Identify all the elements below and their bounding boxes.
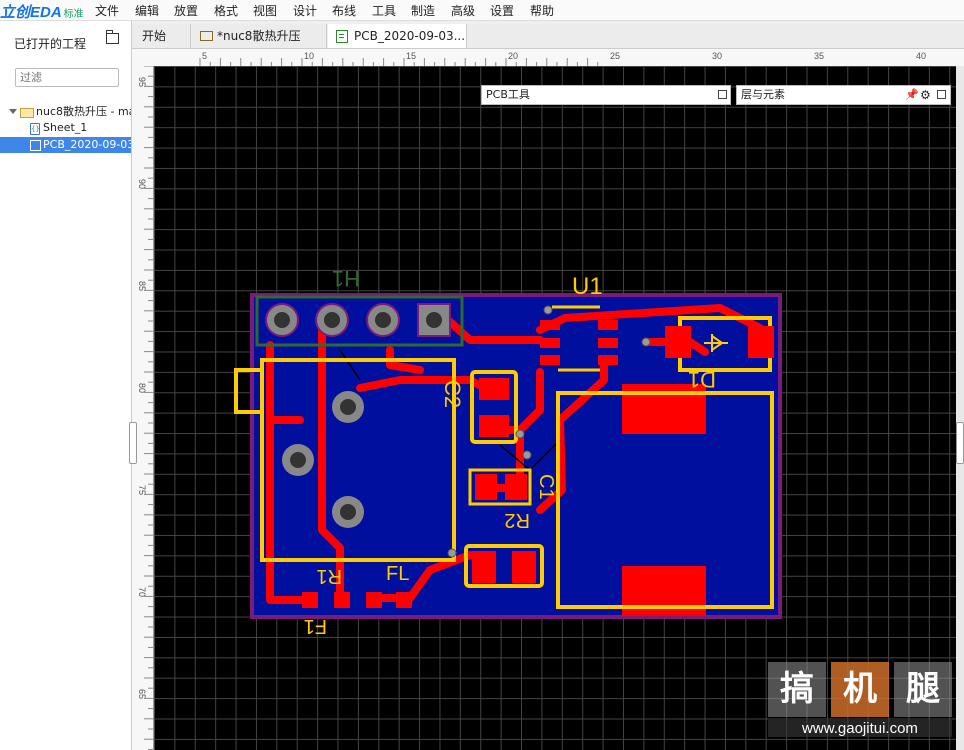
menu-advanced[interactable]: 高级: [451, 2, 475, 19]
menu-tools[interactable]: 工具: [372, 2, 396, 19]
schematic-icon: {}: [30, 123, 40, 135]
c2-designator: C2: [440, 380, 465, 408]
maximize-icon[interactable]: [718, 90, 727, 99]
pcb-tools-panel[interactable]: PCB工具: [481, 85, 731, 105]
tab-schematic-project[interactable]: *nuc8散热升压: [191, 24, 327, 48]
f1-pad[interactable]: [334, 592, 350, 608]
tree-item-label: Sheet_1: [43, 121, 88, 134]
c2-pad[interactable]: [479, 415, 509, 437]
ruler-left-label: 90: [137, 179, 147, 189]
r2-pad[interactable]: [505, 474, 527, 500]
pcb-canvas[interactable]: H1 U1 D1 C2 C1 R2 R1 FL F1 PCB工具 层与元素 📌 …: [154, 66, 956, 750]
tab-start[interactable]: 开始: [132, 24, 191, 48]
layers-panel[interactable]: 层与元素 📌 ⚙: [736, 85, 951, 105]
fl-pad[interactable]: [366, 592, 382, 608]
tab-pcb[interactable]: PCB_2020-09-03...: [328, 24, 467, 48]
menu-settings[interactable]: 设置: [490, 2, 514, 19]
tree-item-label: nuc8散热升压 - master: [36, 105, 131, 118]
u1-designator: U1: [572, 273, 603, 300]
menu-format[interactable]: 格式: [214, 2, 238, 19]
left-panel-collapse-handle[interactable]: [129, 422, 137, 464]
c1-pad[interactable]: [512, 551, 536, 583]
ruler-top: 5 10 15 20 25 30 35 40: [132, 49, 964, 67]
watermark-url: www.gaojitui.com: [768, 720, 952, 737]
maximize-icon[interactable]: [937, 90, 946, 99]
menu-file[interactable]: 文件: [95, 2, 119, 19]
c1-designator: C1: [535, 474, 557, 500]
tree-item-project[interactable]: nuc8散热升压 - master: [0, 104, 131, 120]
watermark-char: 机: [831, 662, 889, 717]
ruler-top-label: 25: [610, 51, 620, 61]
r1-designator: R1: [316, 565, 342, 587]
menu-place[interactable]: 放置: [174, 2, 198, 19]
c2-pad[interactable]: [479, 378, 509, 400]
ruler-left-label: 75: [137, 485, 147, 495]
h1-designator: H1: [332, 266, 360, 291]
document-tabs: 开始 *nuc8散热升压 PCB_2020-09-03...: [132, 24, 964, 49]
menu-route[interactable]: 布线: [332, 2, 356, 19]
ruler-left-label: 80: [137, 383, 147, 393]
tree-item-sheet[interactable]: {} Sheet_1: [0, 120, 131, 136]
ruler-top-label: 40: [916, 51, 926, 61]
ruler-left-label: 70: [137, 587, 147, 597]
r2-pad[interactable]: [475, 474, 497, 500]
folder-icon: [200, 31, 213, 41]
right-dock-strip: [956, 66, 964, 750]
ruler-top-label: 5: [202, 51, 207, 61]
d1-pad[interactable]: [748, 326, 774, 358]
r2-designator: R2: [504, 509, 530, 531]
c1-pad[interactable]: [472, 551, 496, 583]
f1-designator: F1: [304, 615, 327, 637]
menu-design[interactable]: 设计: [293, 2, 317, 19]
right-panel-collapse-handle[interactable]: [956, 422, 964, 464]
app-logo: 立创EDA 标准: [0, 4, 84, 21]
menu-help[interactable]: 帮助: [530, 2, 554, 19]
fl-pad[interactable]: [396, 592, 412, 608]
project-panel: 已打开的工程 nuc8散热升压 - master {} Sheet_1 PCB_…: [0, 21, 132, 750]
d1-designator: D1: [688, 367, 716, 392]
watermark: 搞 机 腿 www.gaojitui.com: [768, 662, 952, 742]
expand-caret-icon[interactable]: [9, 109, 17, 114]
d1-pad[interactable]: [665, 326, 691, 358]
pcb-icon: [336, 30, 348, 43]
pin-icon[interactable]: 📌: [905, 86, 919, 104]
gear-icon[interactable]: ⚙: [920, 86, 931, 104]
menu-edit[interactable]: 编辑: [135, 2, 159, 19]
ruler-top-label: 10: [304, 51, 314, 61]
ruler-top-label: 35: [814, 51, 824, 61]
ruler-left-label: 65: [137, 689, 147, 699]
watermark-char: 搞: [768, 662, 826, 717]
ruler-left-label: 95: [137, 77, 147, 87]
menu-view[interactable]: 视图: [253, 2, 277, 19]
project-panel-title: 已打开的工程: [14, 37, 87, 51]
folder-icon: [20, 108, 34, 118]
fl-designator: FL: [386, 563, 409, 585]
ruler-left-label: 85: [137, 281, 147, 291]
ruler-top-label: 15: [406, 51, 416, 61]
tree-item-label: PCB_2020-09-03_02: [43, 138, 131, 151]
ruler-left: 95 90 85 80 75 70 65: [132, 66, 154, 750]
ruler-top-label: 30: [712, 51, 722, 61]
pcb-icon: [30, 140, 41, 151]
open-project-icon[interactable]: [106, 30, 119, 44]
f1-pad[interactable]: [302, 592, 318, 608]
watermark-char: 腿: [894, 662, 952, 717]
filter-input[interactable]: [15, 68, 119, 87]
ruler-top-label: 20: [508, 51, 518, 61]
menu-fabricate[interactable]: 制造: [411, 2, 435, 19]
menu-bar: 立创EDA 标准 文件 编辑 放置 格式 视图 设计 布线 工具 制造 高级 设置…: [0, 0, 964, 21]
tree-item-pcb[interactable]: PCB_2020-09-03_02: [0, 137, 131, 153]
